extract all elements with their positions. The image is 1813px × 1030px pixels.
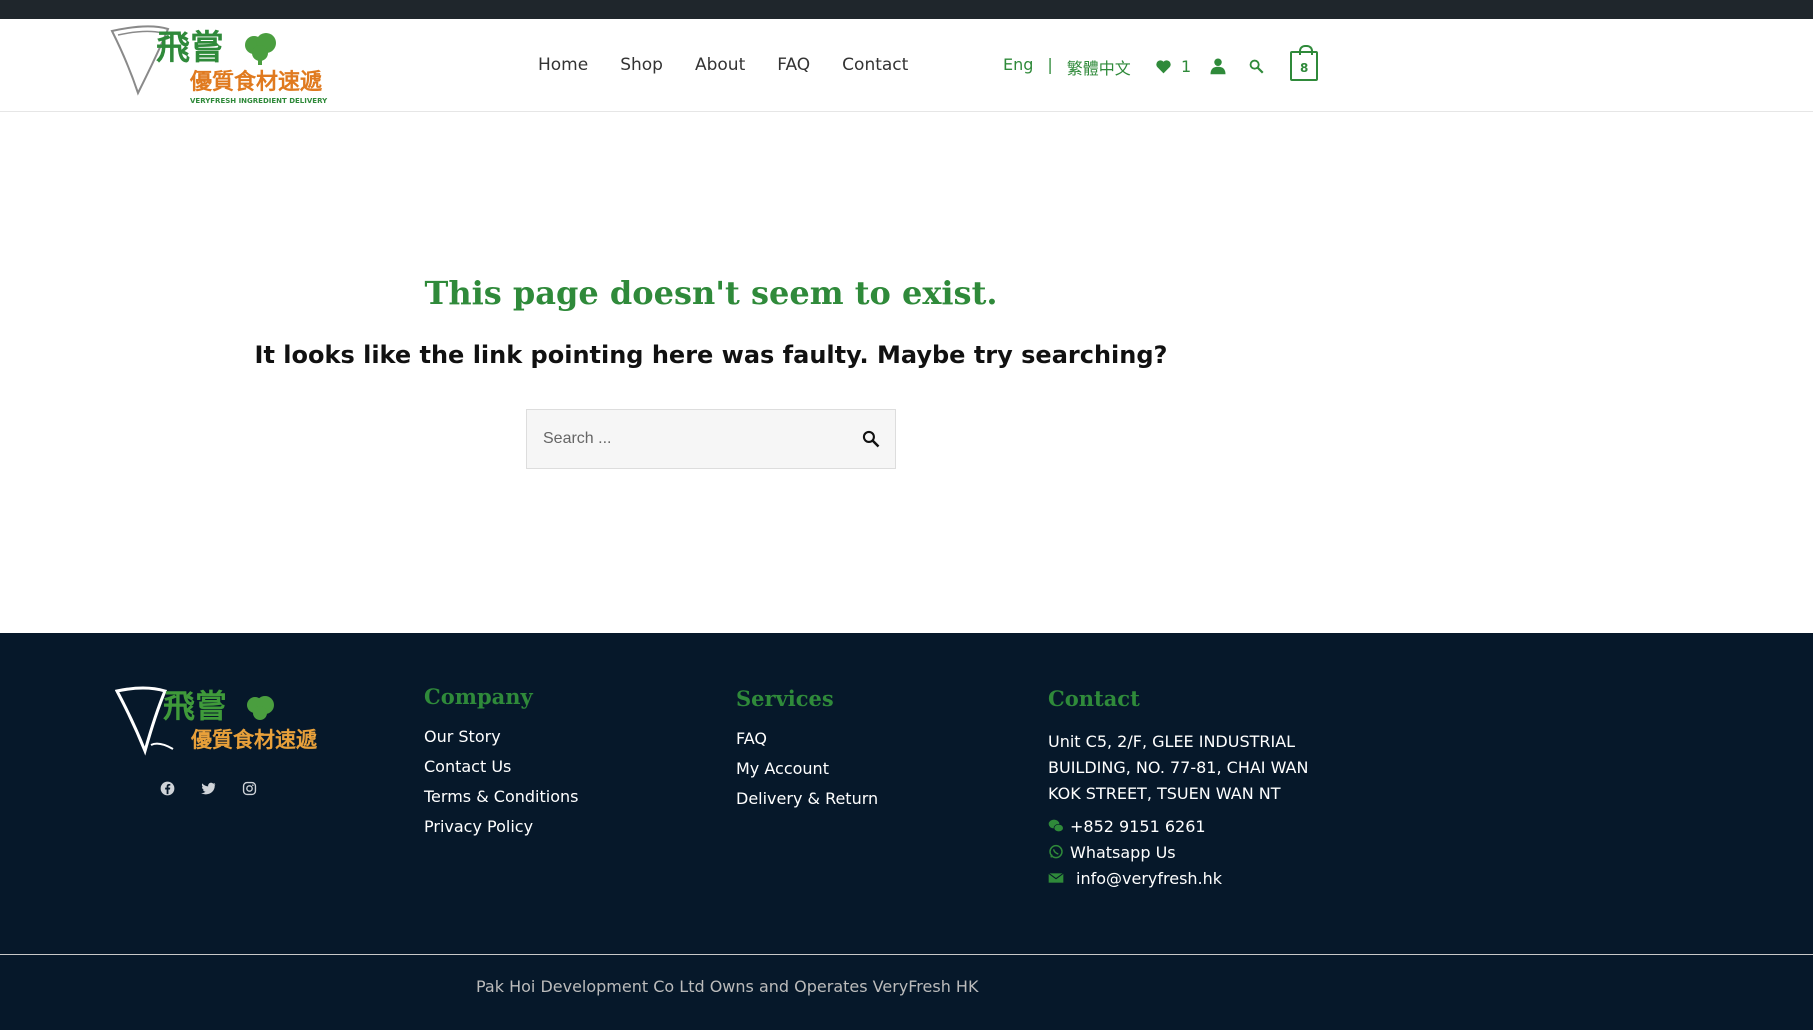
footer-contact-column: Contact Unit C5, 2/F, GLEE INDUSTRIAL BU… (1048, 686, 1348, 891)
header-icons: 1 8 (1155, 45, 1319, 81)
language-switcher: Eng | 繁體中文 (1003, 55, 1131, 79)
nav-contact[interactable]: Contact (842, 55, 908, 75)
nav-faq[interactable]: FAQ (777, 55, 810, 75)
address: Unit C5, 2/F, GLEE INDUSTRIAL BUILDING, … (1048, 729, 1348, 807)
header-search-button[interactable] (1249, 59, 1264, 74)
footer-link-contact-us[interactable]: Contact Us (424, 757, 578, 776)
footer-link-our-story[interactable]: Our Story (424, 727, 578, 746)
search-form (526, 409, 896, 469)
footer-link-delivery-return[interactable]: Delivery & Return (736, 789, 878, 808)
search-submit-icon[interactable] (861, 429, 881, 449)
footer-link-faq[interactable]: FAQ (736, 729, 878, 748)
main-content: This page doesn't seem to exist. It look… (0, 112, 1813, 633)
address-line: BUILDING, NO. 77-81, CHAI WAN (1048, 758, 1309, 777)
footer-logo[interactable]: 飛嘗 優質食材速遞 (115, 685, 325, 763)
lang-separator: | (1047, 55, 1053, 74)
svg-text:優質食材速遞: 優質食材速遞 (189, 69, 323, 95)
services-heading: Services (736, 686, 834, 711)
site-footer: 飛嘗 優質食材速遞 Company Our Story Contact Us T… (0, 633, 1813, 1030)
cart-button[interactable]: 8 (1290, 45, 1319, 81)
footer-divider (0, 954, 1813, 955)
instagram-icon[interactable] (242, 781, 257, 796)
page-title: This page doesn't seem to exist. (424, 274, 998, 312)
phone-line[interactable]: +852 9151 6261 (1048, 813, 1348, 839)
search-icon (1249, 59, 1264, 74)
lang-chinese[interactable]: 繁體中文 (1067, 55, 1131, 79)
lang-english[interactable]: Eng (1003, 55, 1033, 79)
copyright-text: Pak Hoi Development Co Ltd Owns and Oper… (476, 977, 979, 996)
email-line[interactable]: info@veryfresh.hk (1048, 865, 1348, 891)
svg-text:VERYFRESH INGREDIENT DELIVERY: VERYFRESH INGREDIENT DELIVERY (190, 97, 328, 105)
error-message: It looks like the link pointing here was… (254, 341, 1168, 369)
envelope-icon (1048, 872, 1064, 883)
whatsapp-line[interactable]: Whatsapp Us (1048, 839, 1348, 865)
svg-text:優質食材速遞: 優質食材速遞 (190, 728, 318, 752)
facebook-icon[interactable] (160, 781, 175, 796)
search-input[interactable] (527, 410, 847, 468)
footer-link-terms[interactable]: Terms & Conditions (424, 787, 578, 806)
account-button[interactable] (1209, 57, 1227, 75)
twitter-icon[interactable] (201, 781, 216, 796)
site-logo[interactable]: 飛嘗 優質食材速遞 VERYFRESH INGREDIENT DELIVERY (108, 23, 330, 107)
footer-link-privacy[interactable]: Privacy Policy (424, 817, 578, 836)
svg-text:飛嘗: 飛嘗 (156, 28, 224, 68)
site-header: 飛嘗 優質食材速遞 VERYFRESH INGREDIENT DELIVERY … (0, 19, 1813, 112)
wechat-icon (1048, 819, 1064, 832)
wishlist-count: 1 (1181, 56, 1192, 76)
footer-company-column: Company Our Story Contact Us Terms & Con… (424, 684, 578, 847)
email-address: info@veryfresh.hk (1076, 868, 1223, 888)
top-bar (0, 0, 1813, 19)
footer-link-my-account[interactable]: My Account (736, 759, 878, 778)
footer-services-column: Services FAQ My Account Delivery & Retur… (736, 686, 878, 819)
nav-home[interactable]: Home (538, 55, 588, 75)
nav-shop[interactable]: Shop (620, 55, 663, 75)
company-heading: Company (424, 684, 533, 709)
address-line: Unit C5, 2/F, GLEE INDUSTRIAL (1048, 732, 1296, 751)
wishlist-button[interactable]: 1 (1155, 57, 1191, 76)
social-links (160, 781, 257, 796)
address-line: KOK STREET, TSUEN WAN NT (1048, 784, 1281, 803)
main-nav: Home Shop About FAQ Contact (538, 55, 908, 75)
nav-about[interactable]: About (695, 55, 745, 75)
whatsapp-link: Whatsapp Us (1070, 842, 1176, 862)
cart-count: 8 (1300, 61, 1309, 75)
contact-heading: Contact (1048, 686, 1140, 711)
phone-number: +852 9151 6261 (1070, 816, 1206, 836)
heart-icon (1156, 59, 1171, 73)
user-icon (1210, 58, 1226, 75)
svg-text:飛嘗: 飛嘗 (163, 687, 227, 725)
whatsapp-icon (1049, 844, 1063, 859)
